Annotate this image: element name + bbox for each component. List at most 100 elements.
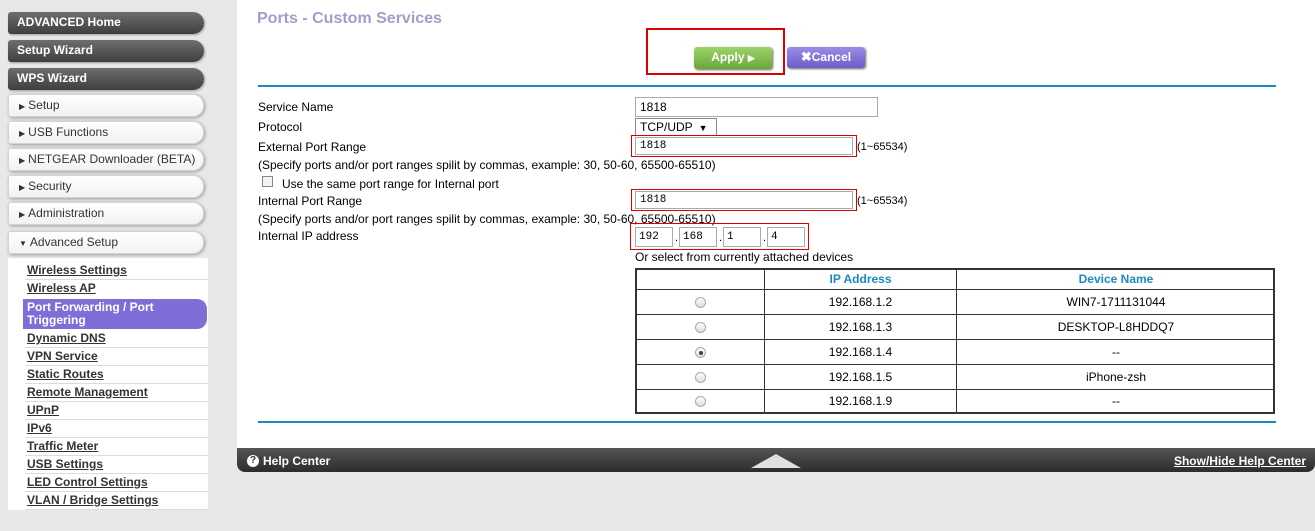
sidebar-section-usb-functions[interactable]: ▶ USB Functions xyxy=(8,121,204,144)
advanced-home-button[interactable]: ADVANCED Home xyxy=(8,12,204,34)
sidebar-item-remote-management[interactable]: Remote Management xyxy=(27,385,148,399)
divider xyxy=(258,421,1276,423)
sidebar-section-security[interactable]: ▶ Security xyxy=(8,175,204,198)
table-row-radio-cell xyxy=(637,340,765,365)
same-port-range-label: Use the same port range for Internal por… xyxy=(282,177,499,191)
table-cell-ip: 192.168.1.4 xyxy=(765,340,957,365)
ip-octet-3-input[interactable]: 1 xyxy=(723,227,761,247)
divider xyxy=(25,455,208,456)
triangle-right-icon: ▶ xyxy=(19,183,26,192)
apply-button[interactable]: Apply ▶ xyxy=(694,47,772,69)
section-label: NETGEAR Downloader (BETA) xyxy=(28,152,196,166)
sidebar-item-vlan-bridge-settings[interactable]: VLAN / Bridge Settings xyxy=(27,493,158,507)
cancel-button[interactable]: ✖Cancel xyxy=(787,47,865,68)
divider xyxy=(25,509,208,510)
device-radio[interactable] xyxy=(695,396,706,408)
attached-devices-table: IP Address Device Name 192.168.1.2 WIN7-… xyxy=(635,268,1275,414)
device-radio-selected[interactable] xyxy=(695,347,706,359)
device-radio[interactable] xyxy=(695,297,706,309)
divider xyxy=(25,401,208,402)
table-cell-ip: 192.168.1.9 xyxy=(765,390,957,412)
table-cell-device-name: iPhone-zsh xyxy=(957,365,1275,390)
dropdown-arrow-icon: ▼ xyxy=(698,123,708,133)
sidebar-section-advanced-setup[interactable]: ▼ Advanced Setup xyxy=(8,231,204,254)
table-cell-ip: 192.168.1.2 xyxy=(765,290,957,315)
show-hide-help-center-link[interactable]: Show/Hide Help Center xyxy=(1174,454,1306,468)
table-cell-ip: 192.168.1.3 xyxy=(765,315,957,340)
sidebar-item-led-control-settings[interactable]: LED Control Settings xyxy=(27,475,148,489)
section-label: Advanced Setup xyxy=(29,235,118,249)
table-cell-device-name: DESKTOP-L8HDDQ7 xyxy=(957,315,1275,340)
sidebar-item-vpn-service[interactable]: VPN Service xyxy=(27,349,98,363)
divider xyxy=(25,279,208,280)
help-expand-arrow-icon[interactable] xyxy=(751,454,801,468)
divider xyxy=(258,85,1276,87)
ip-dot: . xyxy=(719,232,723,244)
service-name-label: Service Name xyxy=(258,100,334,114)
divider xyxy=(25,491,208,492)
table-cell-device-name: -- xyxy=(957,340,1275,365)
apply-label: Apply xyxy=(711,50,745,64)
internal-port-range-input[interactable]: 1818 xyxy=(635,191,853,209)
internal-port-range-label: Internal Port Range xyxy=(258,194,363,208)
ip-dot: . xyxy=(675,232,679,244)
table-row-radio-cell xyxy=(637,390,765,412)
device-radio[interactable] xyxy=(695,372,706,384)
table-cell-device-name: -- xyxy=(1112,394,1120,408)
triangle-down-icon: ▼ xyxy=(19,239,27,248)
sidebar-item-usb-settings[interactable]: USB Settings xyxy=(27,457,103,471)
help-center-label: Help Center xyxy=(263,454,331,468)
same-port-range-checkbox[interactable] xyxy=(262,176,273,187)
question-icon: ? xyxy=(247,455,259,467)
table-header-device-name: Device Name xyxy=(957,270,1275,290)
table-header-ip-address: IP Address xyxy=(765,270,957,290)
setup-wizard-button[interactable]: Setup Wizard xyxy=(8,40,204,62)
triangle-right-icon: ▶ xyxy=(19,156,26,165)
divider xyxy=(25,473,208,474)
wps-wizard-button[interactable]: WPS Wizard xyxy=(8,68,204,90)
protocol-value: TCP/UDP xyxy=(640,120,693,134)
attached-devices-note: Or select from currently attached device… xyxy=(635,250,854,264)
internal-ip-address-label: Internal IP address xyxy=(258,229,359,243)
page-title: Ports - Custom Services xyxy=(257,10,442,27)
ip-octet-4-input[interactable]: 4 xyxy=(767,227,805,247)
help-center-bar: ? Help Center Show/Hide Help Center xyxy=(237,448,1315,472)
section-label: Setup xyxy=(28,98,60,112)
sidebar-item-upnp[interactable]: UPnP xyxy=(27,403,59,417)
sidebar-item-traffic-meter[interactable]: Traffic Meter xyxy=(27,439,98,453)
external-port-range-input[interactable]: 1818 xyxy=(635,137,853,155)
service-name-input[interactable]: 1818 xyxy=(635,97,878,117)
play-arrow-icon: ▶ xyxy=(747,53,755,63)
triangle-right-icon: ▶ xyxy=(19,210,26,219)
divider xyxy=(25,419,208,420)
external-port-range-note: (1~65534) xyxy=(857,141,908,153)
sidebar-item-wireless-ap[interactable]: Wireless AP xyxy=(27,281,96,295)
ip-octet-2-input[interactable]: 168 xyxy=(679,227,717,247)
sidebar-item-wireless-settings[interactable]: Wireless Settings xyxy=(27,263,127,277)
advanced-setup-submenu: Wireless Settings Wireless AP Port Forwa… xyxy=(8,258,208,510)
ip-dot: . xyxy=(763,232,767,244)
table-cell-device-name: WIN7-1711131044 xyxy=(957,290,1275,315)
sidebar-section-administration[interactable]: ▶ Administration xyxy=(8,202,204,225)
section-label: USB Functions xyxy=(28,125,109,139)
device-radio[interactable] xyxy=(695,322,706,334)
divider xyxy=(25,437,208,438)
table-header-select xyxy=(637,270,765,290)
main-panel: Ports - Custom Services Apply ▶ ✖Cancel … xyxy=(237,0,1315,448)
sidebar-item-static-routes[interactable]: Static Routes xyxy=(27,367,104,381)
table-row-radio-cell xyxy=(637,290,765,315)
section-label: Administration xyxy=(28,206,105,220)
external-ports-hint: (Specify ports and/or port ranges spilit… xyxy=(258,158,716,172)
divider xyxy=(25,383,208,384)
triangle-right-icon: ▶ xyxy=(19,102,26,111)
sidebar: ADVANCED Home Setup Wizard WPS Wizard ▶ S… xyxy=(0,0,236,531)
internal-port-range-note: (1~65534) xyxy=(857,195,908,207)
ip-octet-1-input[interactable]: 192 xyxy=(635,227,673,247)
sidebar-section-setup[interactable]: ▶ Setup xyxy=(8,94,204,117)
sidebar-item-port-forwarding[interactable]: Port Forwarding / Port Triggering xyxy=(23,299,207,329)
sidebar-section-netgear-downloader[interactable]: ▶ NETGEAR Downloader (BETA) xyxy=(8,148,204,171)
sidebar-item-ipv6[interactable]: IPv6 xyxy=(27,421,52,435)
sidebar-item-dynamic-dns[interactable]: Dynamic DNS xyxy=(27,331,106,345)
protocol-select[interactable]: TCP/UDP ▼ xyxy=(635,118,717,136)
cancel-label: Cancel xyxy=(811,50,852,64)
